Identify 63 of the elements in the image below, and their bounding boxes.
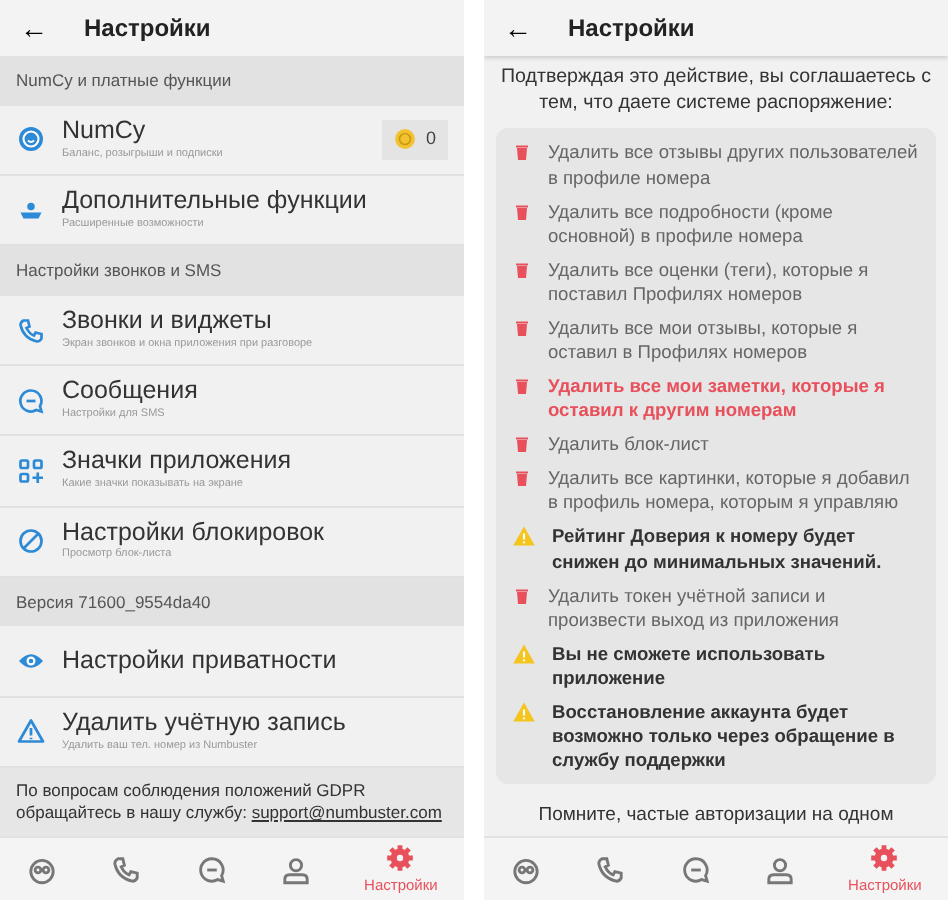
block-icon	[16, 526, 46, 557]
person-icon	[763, 853, 796, 885]
nav-tab[interactable]	[110, 853, 143, 885]
chat-icon	[16, 385, 46, 416]
section-label: Версия 71600_9554da40	[0, 577, 464, 627]
section-label: NumCy и платные функции	[0, 56, 464, 106]
row-title: Дополнительные функции	[62, 188, 367, 216]
coin-icon	[393, 128, 416, 151]
trash-icon	[512, 374, 532, 399]
warning-icon	[512, 699, 536, 724]
row-title: Настройки блокировок	[62, 519, 325, 547]
phone-icon	[594, 853, 627, 885]
nav-tab[interactable]	[510, 853, 543, 885]
owl-icon	[510, 853, 543, 885]
consequence-text: Удалить токен учётной записи и произвести выход из приложения	[548, 583, 841, 632]
consequence-text: Удалить все картинки, которые я добавил в профиль номера, которым я управляю	[548, 466, 912, 515]
warning-icon	[512, 641, 536, 666]
trash-icon	[512, 466, 532, 491]
nav-tab[interactable]	[26, 853, 59, 885]
nav-tab[interactable]	[195, 853, 228, 885]
consequence-text: Удалить все мои заметки, которые я оставил к другим номерам	[548, 374, 887, 423]
warning-text: Восстановление аккаунта будет возможно только через обращение в службу поддержки	[552, 699, 897, 773]
consequence-text: Удалить все мои отзывы, которые я оставил в Профилях номеров	[548, 315, 860, 365]
trash-icon	[512, 432, 532, 457]
person-icon	[279, 853, 312, 885]
nav-tab[interactable]	[763, 853, 796, 885]
warning-icon	[512, 524, 536, 549]
support-link[interactable]: support@numbuster.com	[251, 801, 442, 822]
consequence-text: Удалить все подробности (кроме основной) в профиле номера	[548, 199, 835, 248]
consequence-text: Удалить все оценки (теги), которые я поставил Профилях номеров	[548, 257, 871, 306]
nav-tab[interactable]	[679, 853, 712, 885]
back-button[interactable]: ←	[504, 7, 532, 49]
consequence-text: Удалить блок-лист	[548, 432, 709, 457]
warning-icon	[16, 716, 46, 747]
apps-icon	[16, 455, 46, 486]
row-title: Значки приложения	[62, 448, 291, 477]
owl-icon	[26, 853, 59, 885]
row-title: Удалить учётную запись	[62, 709, 346, 738]
intro-text: Подтверждая это действие, вы соглашаетесь с тем, что даете системе распоряжение:	[499, 64, 933, 117]
warning-text: Вы не сможете использовать приложение	[552, 641, 828, 690]
footer-text: Помните, частые авторизации на одном	[536, 802, 896, 831]
phone-icon	[16, 315, 46, 345]
screen-title: Настройки	[568, 12, 695, 46]
chat-icon	[195, 853, 228, 885]
phone-icon	[110, 853, 143, 885]
section-label: Настройки звонков и SMS	[0, 246, 464, 296]
smile-icon	[16, 124, 46, 155]
warning-text: Рейтинг Доверия к номеру будет снижен до минимальных значений.	[552, 524, 884, 574]
back-button[interactable]: ←	[20, 7, 48, 49]
coin-count: 0	[425, 126, 436, 153]
gdpr-note: По вопросам соблюдения положений GDPR обращайтесь в нашу службу: support@numbuster.com	[0, 767, 464, 836]
row-title: Звонки и виджеты	[62, 308, 274, 336]
settings-icon	[384, 841, 417, 874]
row-title: Сообщения	[62, 378, 198, 406]
consequence-text: Удалить все отзывы других пользователей в профиле номера	[548, 140, 920, 190]
nav-tab[interactable]	[594, 853, 627, 885]
row-title: NumCy	[62, 117, 148, 146]
chat-icon	[679, 853, 712, 885]
settings-icon	[868, 841, 901, 874]
trash-icon	[512, 140, 532, 165]
screen-title: Настройки	[84, 12, 211, 46]
nav-tab[interactable]	[279, 853, 312, 885]
row-title: Настройки приватности	[62, 647, 337, 675]
